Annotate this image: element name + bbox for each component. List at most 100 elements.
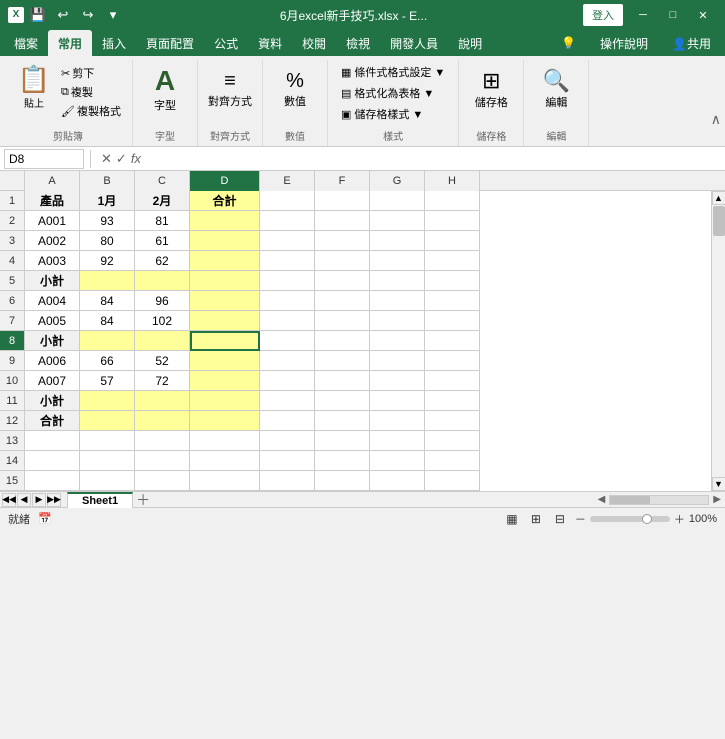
tab-file[interactable]: 檔案 bbox=[4, 30, 48, 56]
cell-h13[interactable] bbox=[425, 431, 480, 451]
scroll-down-btn[interactable]: ▼ bbox=[712, 477, 725, 491]
cell-d2[interactable] bbox=[190, 211, 260, 231]
cell-f4[interactable] bbox=[315, 251, 370, 271]
cell-e1[interactable] bbox=[260, 191, 315, 211]
cell-a15[interactable] bbox=[25, 471, 80, 491]
cell-c2[interactable]: 81 bbox=[135, 211, 190, 231]
cell-g11[interactable] bbox=[370, 391, 425, 411]
cell-b1[interactable]: 1月 bbox=[80, 191, 135, 211]
cell-b10[interactable]: 57 bbox=[80, 371, 135, 391]
vertical-scrollbar[interactable]: ▲ ▼ bbox=[711, 191, 725, 491]
cell-f3[interactable] bbox=[315, 231, 370, 251]
zoom-minus-btn[interactable]: － bbox=[575, 511, 586, 527]
cell-d1[interactable]: 合計 bbox=[190, 191, 260, 211]
cell-d4[interactable] bbox=[190, 251, 260, 271]
cell-f8[interactable] bbox=[315, 331, 370, 351]
cell-b8[interactable] bbox=[80, 331, 135, 351]
cell-e11[interactable] bbox=[260, 391, 315, 411]
cell-c1[interactable]: 2月 bbox=[135, 191, 190, 211]
row-num-12[interactable]: 12 bbox=[0, 411, 24, 431]
col-header-e[interactable]: E bbox=[260, 171, 315, 191]
cell-e9[interactable] bbox=[260, 351, 315, 371]
undo-btn[interactable]: ↩ bbox=[52, 4, 74, 26]
row-num-8[interactable]: 8 bbox=[0, 331, 24, 351]
cell-e2[interactable] bbox=[260, 211, 315, 231]
tab-prev-btn[interactable]: ◀ bbox=[17, 493, 31, 507]
cell-b6[interactable]: 84 bbox=[80, 291, 135, 311]
tab-view[interactable]: 檢視 bbox=[336, 30, 380, 56]
cell-b9[interactable]: 66 bbox=[80, 351, 135, 371]
cell-reference-box[interactable]: D8 bbox=[4, 149, 84, 169]
cell-g10[interactable] bbox=[370, 371, 425, 391]
cell-g5[interactable] bbox=[370, 271, 425, 291]
cell-e3[interactable] bbox=[260, 231, 315, 251]
cell-h12[interactable] bbox=[425, 411, 480, 431]
login-button[interactable]: 登入 bbox=[583, 4, 623, 26]
cell-d12[interactable] bbox=[190, 411, 260, 431]
cell-g14[interactable] bbox=[370, 451, 425, 471]
alignment-button[interactable]: ≡ 對齊方式 bbox=[206, 62, 254, 118]
cell-a14[interactable] bbox=[25, 451, 80, 471]
cut-button[interactable]: ✂ 剪下 bbox=[58, 64, 124, 82]
cell-g6[interactable] bbox=[370, 291, 425, 311]
cell-a7[interactable]: A005 bbox=[25, 311, 80, 331]
zoom-slider[interactable] bbox=[590, 516, 670, 522]
col-header-f[interactable]: F bbox=[315, 171, 370, 191]
cell-f15[interactable] bbox=[315, 471, 370, 491]
formula-function-icon[interactable]: fx bbox=[131, 151, 141, 166]
cell-c7[interactable]: 102 bbox=[135, 311, 190, 331]
row-num-6[interactable]: 6 bbox=[0, 291, 24, 311]
cell-d10[interactable] bbox=[190, 371, 260, 391]
cell-e8[interactable] bbox=[260, 331, 315, 351]
cell-a4[interactable]: A003 bbox=[25, 251, 80, 271]
cell-e13[interactable] bbox=[260, 431, 315, 451]
cell-d9[interactable] bbox=[190, 351, 260, 371]
cell-a13[interactable] bbox=[25, 431, 80, 451]
normal-view-btn[interactable]: ▦ bbox=[503, 510, 521, 528]
row-num-13[interactable]: 13 bbox=[0, 431, 24, 451]
cell-c15[interactable] bbox=[135, 471, 190, 491]
cell-g13[interactable] bbox=[370, 431, 425, 451]
tab-developer[interactable]: 開發人員 bbox=[380, 30, 448, 56]
cell-h4[interactable] bbox=[425, 251, 480, 271]
cell-g2[interactable] bbox=[370, 211, 425, 231]
scroll-thumb[interactable] bbox=[713, 206, 725, 236]
cell-e5[interactable] bbox=[260, 271, 315, 291]
cell-g12[interactable] bbox=[370, 411, 425, 431]
cell-h6[interactable] bbox=[425, 291, 480, 311]
cell-d3[interactable] bbox=[190, 231, 260, 251]
row-num-4[interactable]: 4 bbox=[0, 251, 24, 271]
cell-h3[interactable] bbox=[425, 231, 480, 251]
row-num-3[interactable]: 3 bbox=[0, 231, 24, 251]
cell-d8[interactable] bbox=[190, 331, 260, 351]
formula-cancel-icon[interactable]: ✕ bbox=[101, 151, 112, 167]
quick-access-dropdown[interactable]: ▾ bbox=[102, 4, 124, 26]
cell-f5[interactable] bbox=[315, 271, 370, 291]
cell-e12[interactable] bbox=[260, 411, 315, 431]
page-break-view-btn[interactable]: ⊟ bbox=[551, 510, 569, 528]
tab-next-btn[interactable]: ▶ bbox=[32, 493, 46, 507]
cell-e14[interactable] bbox=[260, 451, 315, 471]
cell-h11[interactable] bbox=[425, 391, 480, 411]
cell-f10[interactable] bbox=[315, 371, 370, 391]
cell-b13[interactable] bbox=[80, 431, 135, 451]
tab-insert[interactable]: 插入 bbox=[92, 30, 136, 56]
zoom-plus-btn[interactable]: ＋ bbox=[674, 511, 685, 527]
format-as-table-button[interactable]: ▤ 格式化為表格 ▼ bbox=[336, 83, 450, 103]
number-button[interactable]: % 數值 bbox=[271, 62, 319, 118]
tab-last-btn[interactable]: ▶▶ bbox=[47, 493, 61, 507]
cell-h1[interactable] bbox=[425, 191, 480, 211]
row-num-7[interactable]: 7 bbox=[0, 311, 24, 331]
ribbon-collapse-btn[interactable]: ∧ bbox=[711, 111, 721, 128]
col-header-a[interactable]: A bbox=[25, 171, 80, 191]
share-tab[interactable]: 👤共用 bbox=[662, 30, 721, 56]
cell-a6[interactable]: A004 bbox=[25, 291, 80, 311]
cell-f12[interactable] bbox=[315, 411, 370, 431]
cells-button[interactable]: ⊞ 儲存格 bbox=[467, 62, 515, 118]
cell-e7[interactable] bbox=[260, 311, 315, 331]
cell-g1[interactable] bbox=[370, 191, 425, 211]
cell-g9[interactable] bbox=[370, 351, 425, 371]
row-num-2[interactable]: 2 bbox=[0, 211, 24, 231]
cell-d7[interactable] bbox=[190, 311, 260, 331]
cell-g7[interactable] bbox=[370, 311, 425, 331]
